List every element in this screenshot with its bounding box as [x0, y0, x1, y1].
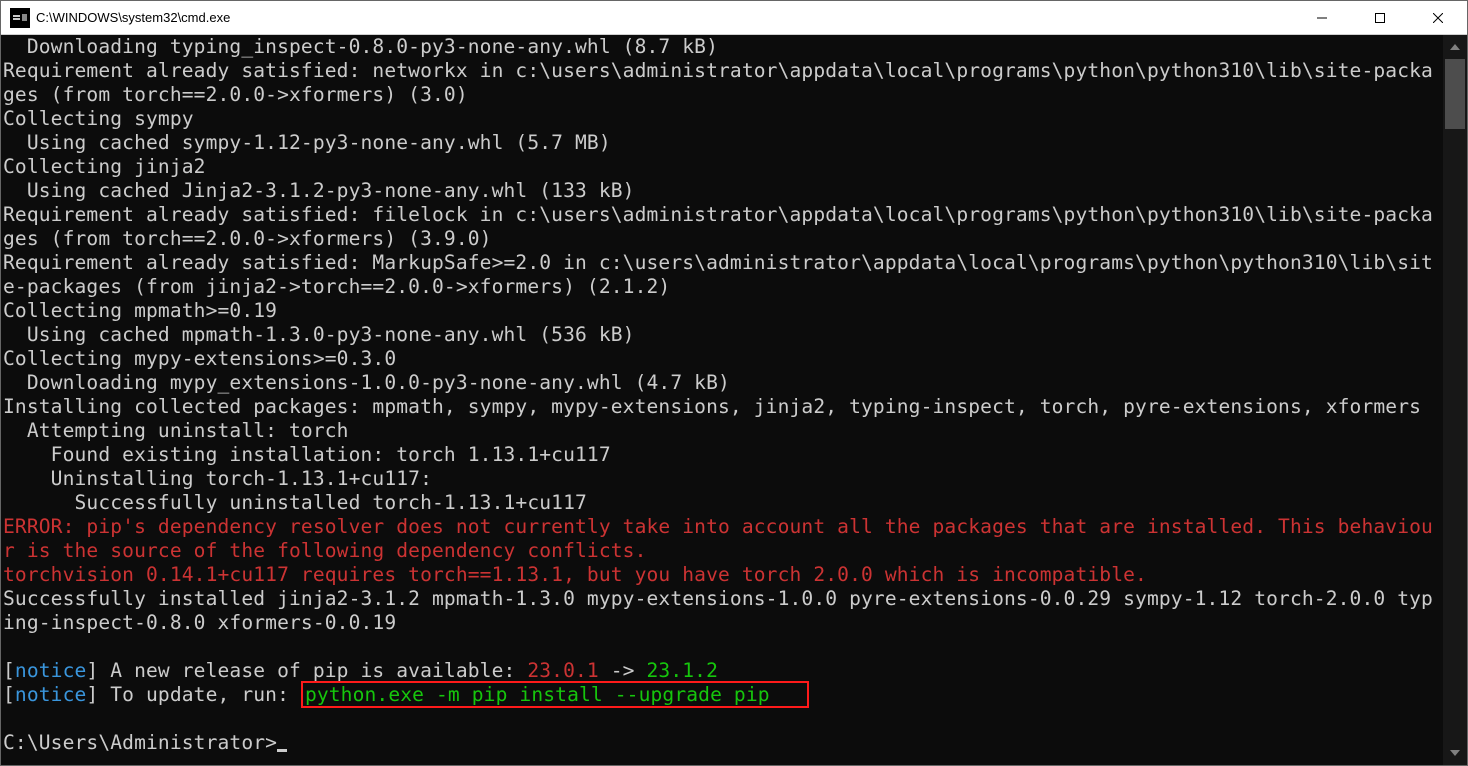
title-bar[interactable]: C:\WINDOWS\system32\cmd.exe [1, 1, 1467, 35]
scroll-down-button[interactable] [1443, 741, 1467, 765]
cursor [277, 749, 287, 752]
bracket: [ [3, 659, 15, 682]
output-line: Requirement already satisfied: filelock … [3, 203, 1433, 250]
bracket: ] [86, 683, 98, 706]
output-line: Using cached mpmath-1.3.0-py3-none-any.w… [3, 323, 635, 346]
notice-text: To update, run: [98, 683, 301, 706]
output-line: Using cached Jinja2-3.1.2-py3-none-any.w… [3, 179, 635, 202]
error-line: torchvision 0.14.1+cu117 requires torch=… [3, 563, 1147, 586]
output-line: Collecting mpmath>=0.19 [3, 299, 277, 322]
output-line: Attempting uninstall: torch [3, 419, 349, 442]
window-title: C:\WINDOWS\system32\cmd.exe [36, 10, 1293, 25]
scroll-thumb[interactable] [1445, 59, 1465, 129]
output-line: Successfully uninstalled torch-1.13.1+cu… [3, 491, 587, 514]
close-button[interactable] [1409, 1, 1467, 34]
output-line: Using cached sympy-1.12-py3-none-any.whl… [3, 131, 611, 154]
client-area: Downloading typing_inspect-0.8.0-py3-non… [1, 35, 1467, 765]
output-line: Requirement already satisfied: MarkupSaf… [3, 251, 1433, 298]
notice-label: notice [15, 659, 87, 682]
output-line: Found existing installation: torch 1.13.… [3, 443, 611, 466]
cmd-window: C:\WINDOWS\system32\cmd.exe Downloading … [0, 0, 1468, 766]
output-line: Collecting jinja2 [3, 155, 206, 178]
error-line: ERROR: pip's dependency resolver does no… [3, 515, 1433, 562]
terminal-output[interactable]: Downloading typing_inspect-0.8.0-py3-non… [1, 35, 1443, 765]
minimize-button[interactable] [1293, 1, 1351, 34]
prompt-text: C:\Users\Administrator> [3, 731, 277, 754]
annotation-highlight: python.exe -m pip install --upgrade pip [301, 681, 810, 708]
pip-old-version: 23.0.1 [527, 659, 599, 682]
vertical-scrollbar[interactable] [1443, 35, 1467, 765]
output-line: Requirement already satisfied: networkx … [3, 59, 1433, 106]
output-line: Downloading typing_inspect-0.8.0-py3-non… [3, 35, 718, 58]
scroll-up-button[interactable] [1443, 35, 1467, 59]
update-command: python.exe -m pip install --upgrade pip [305, 683, 770, 706]
bracket: [ [3, 683, 15, 706]
bracket: ] [86, 659, 98, 682]
window-buttons [1293, 1, 1467, 34]
output-line: Installing collected packages: mpmath, s… [3, 395, 1421, 418]
output-line: Uninstalling torch-1.13.1+cu117: [3, 467, 432, 490]
output-line: Collecting mypy-extensions>=0.3.0 [3, 347, 396, 370]
arrow-text: -> [599, 659, 647, 682]
pip-new-version: 23.1.2 [647, 659, 719, 682]
output-line: Collecting sympy [3, 107, 194, 130]
output-line: Successfully installed jinja2-3.1.2 mpma… [3, 587, 1433, 634]
notice-text: A new release of pip is available: [98, 659, 527, 682]
maximize-button[interactable] [1351, 1, 1409, 34]
output-line: Downloading mypy_extensions-1.0.0-py3-no… [3, 371, 730, 394]
notice-label: notice [15, 683, 87, 706]
cmd-icon [10, 8, 30, 28]
